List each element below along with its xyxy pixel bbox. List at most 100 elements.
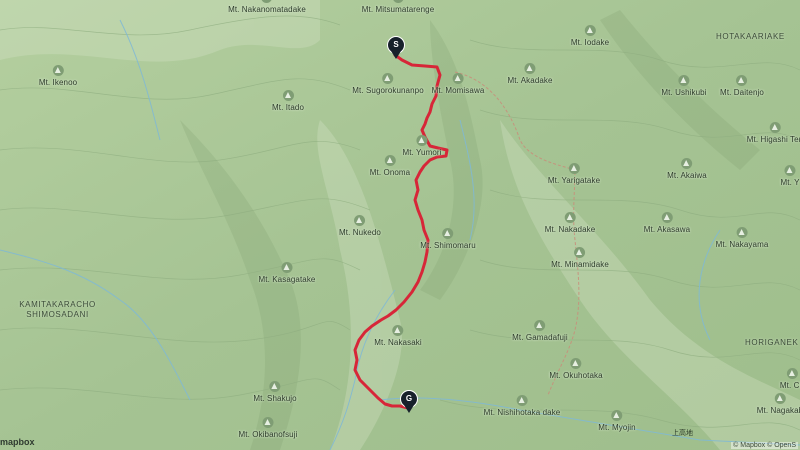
peak-icon	[661, 212, 673, 223]
peak-akadake[interactable]: Mt. Akadake	[507, 63, 552, 85]
peak-icon	[382, 73, 394, 84]
mapbox-logo[interactable]: mapbox	[0, 437, 35, 447]
peak-label: Mt. Akaiwa	[667, 171, 707, 180]
peak-sugorokunanpo[interactable]: Mt. Sugorokunanpo	[352, 73, 424, 95]
peak-label: Mt. Nagakab	[756, 406, 800, 415]
peak-itado[interactable]: Mt. Itado	[272, 90, 304, 112]
peak-akasawa[interactable]: Mt. Akasawa	[644, 212, 690, 234]
peak-label: Mt. Kasagatake	[258, 275, 316, 284]
peak-onoma[interactable]: Mt. Onoma	[370, 155, 410, 177]
peak-icon	[564, 212, 576, 223]
start-marker[interactable]: S	[387, 36, 405, 60]
peak-icon	[516, 395, 528, 406]
peak-nakanomatadake[interactable]: Mt. Nakanomatadake	[228, 0, 306, 14]
attribution[interactable]: © Mapbox © OpenS	[731, 442, 798, 449]
start-marker-label: S	[387, 36, 405, 54]
peak-momisawa[interactable]: Mt. Momisawa	[432, 73, 485, 95]
peak-icon	[261, 0, 273, 3]
peak-icon	[769, 122, 781, 133]
peak-icon	[784, 165, 796, 176]
peak-y[interactable]: Mt. Y	[780, 165, 799, 187]
goal-marker-label: G	[400, 390, 418, 408]
peak-label: Mt. Ushikubi	[661, 88, 707, 97]
peak-okuhotaka[interactable]: Mt. Okuhotaka	[549, 358, 603, 380]
peak-label: Mt. Higashi Ten	[746, 135, 800, 144]
place-kanji-label: 上高地	[672, 430, 693, 437]
peak-label: Mt. Onoma	[369, 168, 411, 177]
peak-label: Mt. Y	[780, 178, 800, 187]
peak-icon	[786, 368, 798, 379]
peak-label: Mt. Shimomaru	[420, 241, 476, 250]
peak-icon	[611, 410, 623, 421]
peak-label: Mt. Daitenjo	[720, 88, 764, 97]
peak-label: Mt. Momisawa	[431, 86, 485, 95]
peak-label: Mt. Mitsumatarenge	[361, 5, 435, 14]
peak-label: Mt. Nakayama	[715, 240, 769, 249]
peak-label: Mt. Akadake	[507, 76, 553, 85]
peak-daitenjo[interactable]: Mt. Daitenjo	[720, 75, 764, 97]
peak-ikenoo[interactable]: Mt. Ikenoo	[39, 65, 77, 87]
peak-nagakab[interactable]: Mt. Nagakab	[757, 393, 800, 415]
peak-label: Mt. Ikenoo	[38, 78, 78, 87]
peak-nakasaki[interactable]: Mt. Nakasaki	[374, 325, 422, 347]
peak-nakadake[interactable]: Mt. Nakadake	[545, 212, 596, 234]
peak-mitsumatarenge[interactable]: Mt. Mitsumatarenge	[362, 0, 435, 14]
peak-label: Mt. Akasawa	[643, 225, 691, 234]
peak-gamadafuji[interactable]: Mt. Gamadafuji	[512, 320, 568, 342]
peak-higashi-ten[interactable]: Mt. Higashi Ten	[747, 122, 800, 144]
peak-icon	[52, 65, 64, 76]
area-label-horiganek: HORIGANEK	[745, 338, 799, 347]
peak-label: Mt. Minamidake	[551, 260, 609, 269]
map-canvas[interactable]: Mt. Nakanomatadake Mt. Mitsumatarenge Mt…	[0, 0, 800, 450]
peak-akaiwa[interactable]: Mt. Akaiwa	[667, 158, 707, 180]
peak-ch[interactable]: Mt. Ch	[780, 368, 800, 390]
peak-yarigatake[interactable]: Mt. Yarigatake	[548, 163, 600, 185]
peak-label: Mt. Itado	[271, 103, 305, 112]
peak-icon	[384, 155, 396, 166]
peak-icon	[281, 262, 293, 273]
area-label-hotakaariake: HOTAKAARIAKE	[716, 32, 785, 41]
peak-label: Mt. Okuhotaka	[549, 371, 603, 380]
peak-icon	[736, 227, 748, 238]
goal-marker[interactable]: G	[400, 390, 418, 414]
peak-minamidake[interactable]: Mt. Minamidake	[551, 247, 609, 269]
peak-label: Mt. Okibanofsuji	[238, 430, 298, 439]
peak-icon	[774, 393, 786, 404]
peak-label: Mt. Myojin	[598, 423, 636, 432]
peak-label: Mt. Sugorokunanpo	[352, 86, 424, 95]
peak-icon	[584, 25, 596, 36]
peak-label: Mt. Yarigatake	[547, 176, 601, 185]
peak-label: Mt. Gamadafuji	[512, 333, 568, 342]
peak-nukedo[interactable]: Mt. Nukedo	[339, 215, 381, 237]
peak-yumori[interactable]: Mt. Yumori	[402, 135, 441, 157]
peak-label: Mt. Shakujo	[253, 394, 297, 403]
peak-label: Mt. Nukedo	[339, 228, 381, 237]
peak-myojin[interactable]: Mt. Myojin	[598, 410, 636, 432]
peak-icon	[354, 215, 366, 226]
peak-icon	[452, 73, 464, 84]
peak-icon	[568, 163, 580, 174]
peak-shakujo[interactable]: Mt. Shakujo	[253, 381, 297, 403]
peak-nakayama[interactable]: Mt. Nakayama	[716, 227, 769, 249]
peak-label: Mt. Ch	[779, 381, 800, 390]
peak-kasagatake[interactable]: Mt. Kasagatake	[259, 262, 316, 284]
peak-icon	[392, 325, 404, 336]
peak-icon	[392, 0, 404, 3]
peak-ushikubi[interactable]: Mt. Ushikubi	[661, 75, 707, 97]
peak-okibanofsuji[interactable]: Mt. Okibanofsuji	[239, 417, 298, 439]
peak-nishihotaka[interactable]: Mt. Nishihotaka dake	[484, 395, 561, 417]
peak-icon	[442, 228, 454, 239]
peak-icon	[678, 75, 690, 86]
peak-icon	[262, 417, 274, 428]
peak-label: Mt. Iodake	[570, 38, 610, 47]
peak-icon	[524, 63, 536, 74]
peak-icon	[282, 90, 294, 101]
peak-icon	[681, 158, 693, 169]
peak-icon	[570, 358, 582, 369]
peak-icon	[416, 135, 428, 146]
peak-label: Mt. Nishihotaka dake	[483, 408, 561, 417]
area-label-kamitakaracho: KAMITAKARACHO SHIMOSADANI	[19, 300, 96, 319]
peak-icon	[736, 75, 748, 86]
peak-shimomaru[interactable]: Mt. Shimomaru	[420, 228, 476, 250]
peak-iodake[interactable]: Mt. Iodake	[571, 25, 609, 47]
